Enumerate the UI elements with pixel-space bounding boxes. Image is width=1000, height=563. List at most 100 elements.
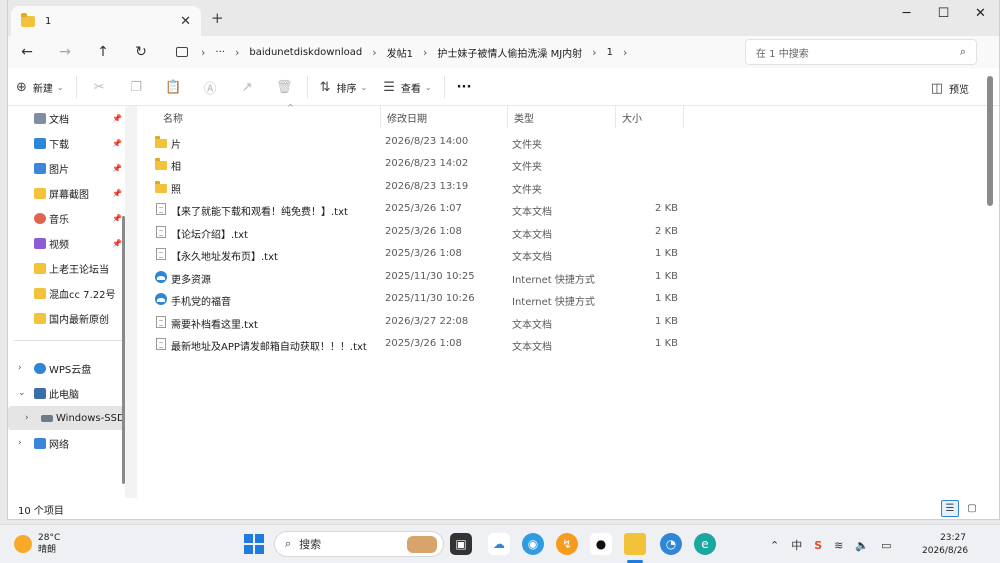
- refresh-button[interactable]: ↻: [122, 44, 160, 60]
- task-view-button[interactable]: ▣: [450, 533, 472, 555]
- weather-temp: 28°C: [38, 533, 61, 543]
- file-row[interactable]: 【永久地址发布页】.txt 2025/3/26 1:08 文本文档 1 KB: [137, 243, 697, 265]
- minimize-button[interactable]: ─: [888, 0, 925, 26]
- details-view-button[interactable]: ☰: [941, 500, 959, 517]
- nav-item-this-pc[interactable]: ⌄ 此电脑: [8, 381, 126, 405]
- column-header-name[interactable]: ^ 名称: [157, 103, 381, 128]
- app-icon-qq[interactable]: ●: [590, 533, 612, 555]
- nav-item-videos[interactable]: 视频 📌: [8, 231, 126, 255]
- file-row[interactable]: 最新地址及APP请发邮箱自动获取！！！.txt 2025/3/26 1:08 文…: [137, 333, 697, 355]
- breadcrumb-item[interactable]: 1: [607, 47, 613, 58]
- nav-item-documents[interactable]: 文档 📌: [8, 106, 126, 130]
- delete-button[interactable]: 🗑: [266, 74, 303, 100]
- chevron-right-icon[interactable]: ›: [25, 413, 29, 423]
- column-header-date[interactable]: 修改日期: [381, 106, 508, 128]
- file-row[interactable]: 更多资源 2025/11/30 10:25 Internet 快捷方式 1 KB: [137, 266, 697, 288]
- nav-item-folder[interactable]: 上老王论坛当: [8, 256, 126, 280]
- file-row[interactable]: 【论坛介绍】.txt 2025/3/26 1:08 文本文档 2 KB: [137, 221, 697, 243]
- chevron-up-icon[interactable]: ⌃: [770, 539, 779, 552]
- sort-button[interactable]: ⇅ 排序 ⌄: [312, 74, 376, 100]
- volume-icon[interactable]: 🔈: [855, 539, 869, 552]
- rename-button[interactable]: Ⓐ: [192, 74, 229, 100]
- file-row[interactable]: 照 2026/8/23 13:19 文件夹: [137, 176, 697, 198]
- nav-item-label: 国内最新原创: [49, 314, 109, 326]
- battery-icon[interactable]: ▭: [881, 539, 891, 552]
- column-header-type[interactable]: 类型: [508, 106, 616, 128]
- weather-widget[interactable]: 28°C 晴朗: [14, 532, 60, 556]
- view-button[interactable]: ☰ 查看 ⌄: [375, 74, 439, 100]
- file-row[interactable]: 【来了就能下载和观看！纯免费！】.txt 2025/3/26 1:07 文本文档…: [137, 198, 697, 220]
- sort-icon: ⇅: [319, 79, 331, 95]
- wifi-icon[interactable]: ≋: [834, 539, 843, 552]
- breadcrumb-item[interactable]: 护士妹子被情人偷拍洗澡 MJ内射: [437, 45, 582, 60]
- new-tab-button[interactable]: +: [211, 9, 224, 27]
- file-row[interactable]: 手机党的福音 2025/11/30 10:26 Internet 快捷方式 1 …: [137, 288, 697, 310]
- file-size: 1 KB: [655, 316, 678, 327]
- file-row[interactable]: 片 2026/8/23 14:00 文件夹: [137, 131, 697, 153]
- app-icon-baidu-netdisk[interactable]: ☁: [488, 533, 510, 555]
- breadcrumb-item[interactable]: baidunetdiskdownload: [249, 47, 362, 58]
- chevron-right-icon[interactable]: ›: [18, 363, 22, 373]
- clock[interactable]: 23:27 2026/8/26: [922, 532, 968, 558]
- maximize-button[interactable]: ☐: [925, 0, 962, 26]
- main-scrollbar[interactable]: [987, 76, 993, 206]
- taskbar-search[interactable]: ⌕ 搜索: [274, 531, 444, 557]
- new-button[interactable]: ⊕ 新建 ⌄: [8, 74, 72, 100]
- up-button[interactable]: ↑: [84, 44, 122, 60]
- nav-item-music[interactable]: 音乐 📌: [8, 206, 126, 230]
- paste-button[interactable]: 📋: [155, 74, 192, 100]
- pin-icon: 📌: [112, 213, 122, 223]
- tab-close-icon[interactable]: ✕: [180, 14, 191, 29]
- tab-strip: 1 ✕ + ─ ☐ ✕: [8, 0, 999, 36]
- share-button[interactable]: ↗: [229, 74, 266, 100]
- nav-item-label: 音乐: [49, 214, 69, 226]
- file-row[interactable]: 相 2026/8/23 14:02 文件夹: [137, 153, 697, 175]
- cut-button[interactable]: ✂: [81, 74, 118, 100]
- preview-button[interactable]: ◫ 预览: [923, 75, 977, 101]
- nav-item-folder[interactable]: 混血cc 7.22号: [8, 281, 126, 305]
- app-icon-file-explorer[interactable]: [624, 533, 646, 555]
- nav-item-network[interactable]: › 网络: [8, 431, 126, 455]
- ime-indicator[interactable]: 中: [791, 537, 802, 553]
- pane-splitter[interactable]: [125, 106, 137, 498]
- search-input[interactable]: 在 1 中搜索 ⌕: [745, 39, 977, 65]
- nav-item-screenshots[interactable]: 屏幕截图 📌: [8, 181, 126, 205]
- app-icon-chat[interactable]: ◔: [660, 533, 682, 555]
- divider: [75, 76, 77, 98]
- nav-item-wps-cloud[interactable]: › WPS云盘: [8, 356, 126, 380]
- folder-icon: [155, 158, 167, 170]
- breadcrumb-item[interactable]: 发帖1: [387, 45, 413, 60]
- chevron-right-icon[interactable]: ›: [18, 438, 22, 448]
- nav-item-pictures[interactable]: 图片 📌: [8, 156, 126, 180]
- app-icon-media[interactable]: ↯: [556, 533, 578, 555]
- address-bar[interactable]: › ··· › baidunetdiskdownload › 发帖1 › 护士妹…: [171, 39, 741, 65]
- breadcrumb-more[interactable]: ···: [215, 47, 225, 58]
- file-name: 【来了就能下载和观看！纯免费！】.txt: [171, 207, 348, 218]
- show-desktop-button[interactable]: [975, 529, 989, 559]
- folder-icon: [34, 287, 46, 299]
- file-size: 1 KB: [655, 248, 678, 259]
- app-icon-edge[interactable]: e: [694, 533, 716, 555]
- folder-icon: [34, 262, 46, 274]
- chevron-right-icon: ›: [234, 45, 240, 59]
- nav-item-downloads[interactable]: 下载 📌: [8, 131, 126, 155]
- tab-current-folder[interactable]: 1 ✕: [11, 6, 201, 36]
- forward-button[interactable]: →: [46, 44, 84, 60]
- start-button[interactable]: [243, 533, 265, 555]
- back-button[interactable]: ←: [8, 44, 46, 60]
- close-button[interactable]: ✕: [962, 0, 999, 26]
- divider: [306, 76, 308, 98]
- more-options-button[interactable]: ···: [449, 74, 480, 100]
- tiles-view-button[interactable]: ▢: [963, 500, 981, 517]
- app-icon-browser[interactable]: ◉: [522, 533, 544, 555]
- nav-item-windows-ssd[interactable]: › Windows-SSD: [8, 406, 126, 430]
- copy-button[interactable]: ❐: [118, 74, 155, 100]
- clock-time: 23:27: [940, 533, 966, 543]
- file-row[interactable]: 需要补档看这里.txt 2026/3/27 22:08 文本文档 1 KB: [137, 311, 697, 333]
- browser-icon: ◉: [527, 537, 539, 551]
- sogou-icon[interactable]: S: [814, 539, 822, 552]
- column-header-size[interactable]: 大小: [616, 106, 684, 128]
- chevron-down-icon[interactable]: ⌄: [18, 388, 26, 398]
- nav-item-folder[interactable]: 国内最新原创: [8, 306, 126, 330]
- folder-icon: [34, 312, 46, 324]
